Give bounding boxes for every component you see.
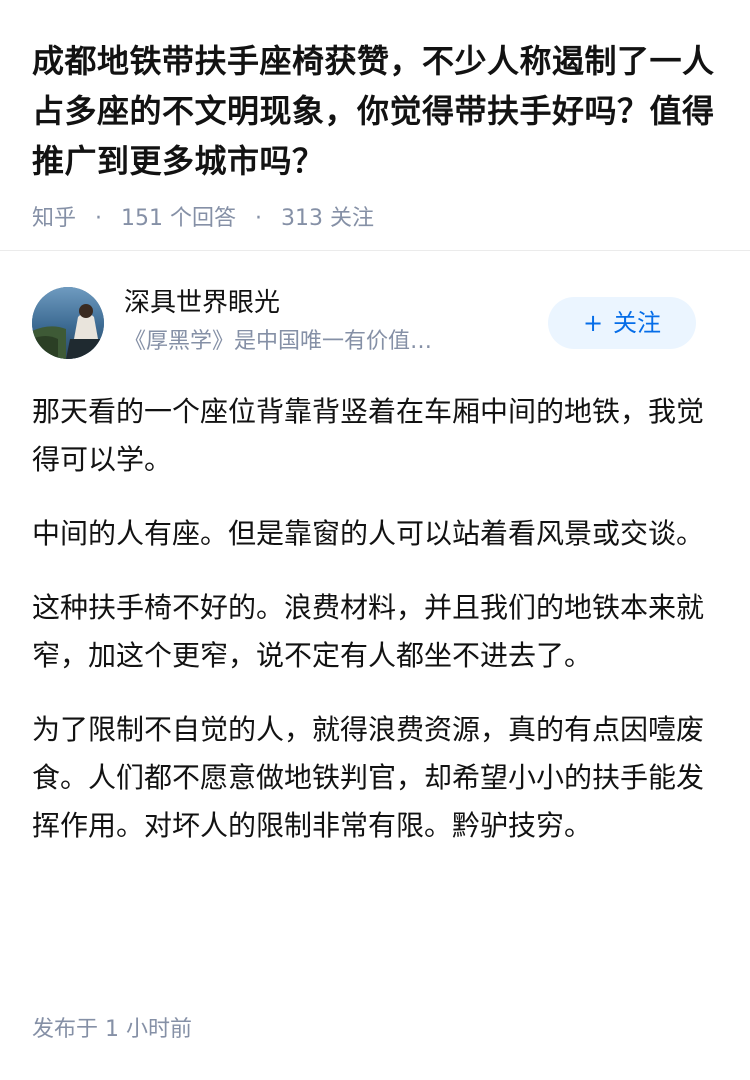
answer-paragraph: 为了限制不自觉的人，就得浪费资源，真的有点因噎废食。人们都不愿意做地铁判官，却希… (32, 713, 705, 842)
author-name[interactable]: 深具世界眼光 (124, 285, 280, 321)
answer-paragraph: 中间的人有座。但是靠窗的人可以站着看风景或交谈。 (32, 517, 705, 550)
answer-page: 成都地铁带扶手座椅获赞，不少人称遏制了一人占多座的不文明现象，你觉得带扶手好吗？… (0, 0, 750, 1080)
answer-paragraph: 这种扶手椅不好的。浪费材料，并且我们的地铁本来就窄，加这个更窄，说不定有人都坐不… (32, 591, 705, 672)
answers-label[interactable]: 个回答 (170, 206, 236, 231)
question-title[interactable]: 成都地铁带扶手座椅获赞，不少人称遏制了一人占多座的不文明现象，你觉得带扶手好吗？… (32, 36, 718, 186)
answer-paragraph: 那天看的一个座位背靠背竖着在车厢中间的地铁，我觉得可以学。 (32, 395, 705, 476)
meta-separator: · (255, 206, 263, 231)
follow-button[interactable]: + 关注 (548, 297, 696, 349)
author-bio: 《厚黑学》是中国唯一有价值的一… (124, 329, 444, 354)
avatar[interactable] (32, 287, 104, 359)
publish-time: 1 小时前 (105, 1017, 193, 1042)
follow-label: 关注 (613, 309, 662, 337)
question-meta: 知乎 · 151 个回答 · 313 关注 (32, 204, 718, 234)
followers-label: 关注 (330, 206, 375, 231)
section-divider (0, 250, 750, 251)
publish-label: 发布于 (32, 1017, 99, 1042)
plus-icon: + (582, 309, 604, 337)
meta-separator: · (95, 206, 103, 231)
question-header: 成都地铁带扶手座椅获赞，不少人称遏制了一人占多座的不文明现象，你觉得带扶手好吗？… (0, 0, 750, 234)
answer-content: 那天看的一个座位背靠背竖着在车厢中间的地铁，我觉得可以学。 中间的人有座。但是靠… (32, 388, 718, 876)
followers-count: 313 (281, 206, 324, 231)
user-avatar-photo-icon (32, 287, 104, 359)
publish-info: 发布于 1 小时前 (32, 1013, 192, 1047)
answers-count[interactable]: 151 (121, 206, 163, 231)
source-label[interactable]: 知乎 (32, 206, 76, 231)
author-card: 深具世界眼光 《厚黑学》是中国唯一有价值的一… + 关注 (32, 285, 718, 359)
